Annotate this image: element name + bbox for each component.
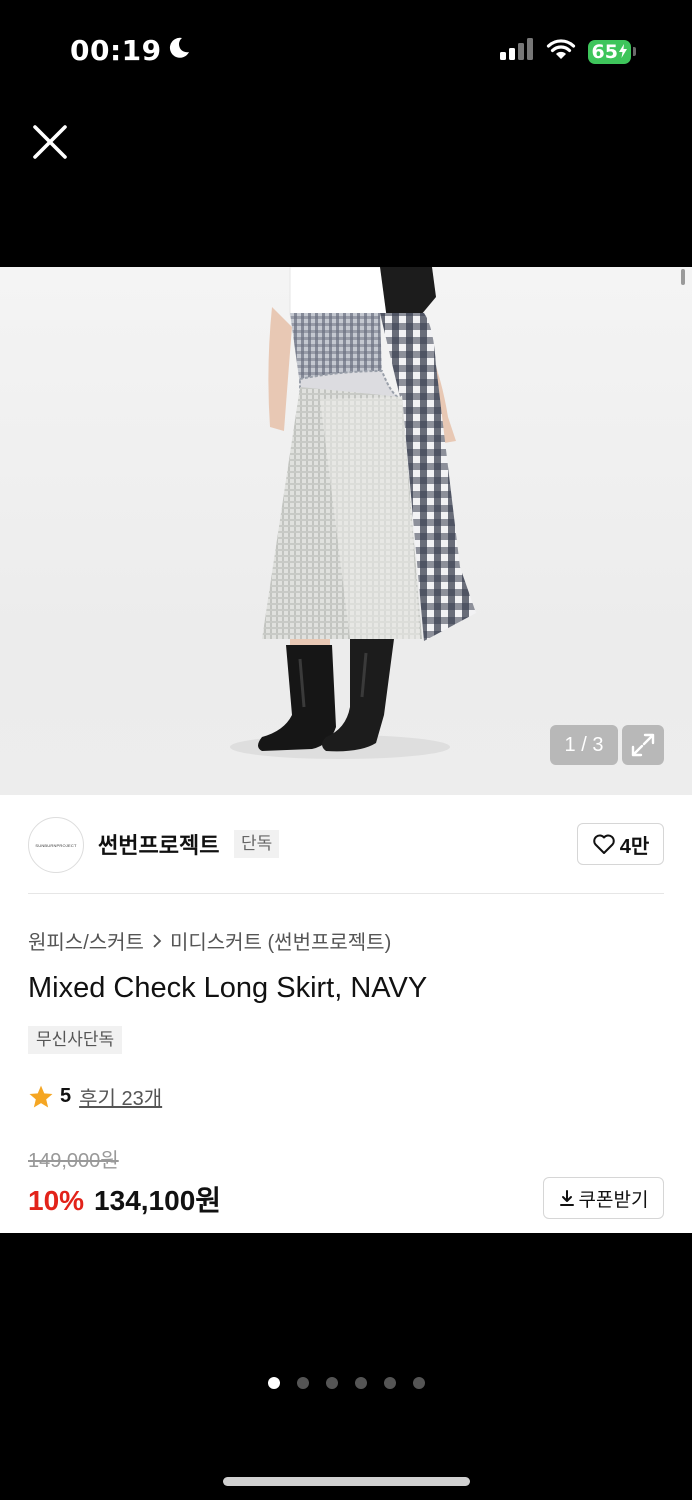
download-icon <box>559 1190 574 1206</box>
page-indicator <box>0 1377 692 1389</box>
page-dot[interactable] <box>412 1377 425 1389</box>
battery-percent: 65 <box>591 40 618 63</box>
chevron-right-icon <box>153 933 162 948</box>
price-row: 10% 134,100원 <box>28 1179 221 1219</box>
star-icon <box>29 1085 53 1108</box>
skirt-model-photo <box>230 267 476 759</box>
page-dot[interactable] <box>296 1377 309 1389</box>
original-price: 149,000원 <box>28 1150 119 1172</box>
battery-level: 65 <box>587 39 631 64</box>
breadcrumb: 원피스/스커트 미디스커트 (썬번프로젝트) <box>28 926 391 955</box>
page-dot[interactable] <box>267 1377 280 1389</box>
product-sheet: 1 / 3 SUNBURNPROJECT 썬번프로젝트 단독 4만 원피스/스커… <box>0 267 692 1233</box>
image-scroll-indicator <box>681 269 685 285</box>
page-dot[interactable] <box>354 1377 367 1389</box>
rating-score: 5 <box>60 1085 72 1107</box>
page-dot[interactable] <box>325 1377 338 1389</box>
battery-indicator: 65 <box>587 39 636 64</box>
cellular-signal-icon <box>499 38 534 65</box>
coupon-label: 쿠폰받기 <box>578 1189 649 1211</box>
exclusive-badge: 무신사단독 <box>28 1026 123 1054</box>
charging-bolt-icon <box>619 40 627 64</box>
clock-label: 00:19 <box>70 34 162 67</box>
brand-name[interactable]: 썬번프로젝트 <box>98 828 219 860</box>
status-indicators: 65 <box>499 38 636 65</box>
product-title: Mixed Check Long Skirt, NAVY <box>28 972 428 1004</box>
like-count: 4만 <box>619 835 650 858</box>
expand-icon <box>631 733 655 757</box>
image-counter: 1 / 3 <box>550 725 618 765</box>
divider <box>28 893 664 894</box>
status-bar: 00:19 65 <box>0 0 692 100</box>
rating-row: 5 후기 23개 <box>28 1082 162 1111</box>
status-time: 00:19 <box>70 34 190 67</box>
close-icon <box>33 125 67 159</box>
like-button[interactable]: 4만 <box>577 823 664 865</box>
moon-icon <box>168 34 190 67</box>
battery-cap <box>633 47 636 56</box>
brand-logo-text: SUNBURNPROJECT <box>35 842 77 848</box>
home-indicator[interactable] <box>223 1477 470 1486</box>
expand-image-button[interactable] <box>622 725 664 765</box>
coupon-button[interactable]: 쿠폰받기 <box>543 1177 664 1219</box>
wifi-icon <box>546 38 576 65</box>
heart-icon <box>592 834 615 854</box>
sale-price: 134,100원 <box>94 1185 222 1216</box>
close-button[interactable] <box>28 120 72 164</box>
brand-exclusive-tag: 단독 <box>234 830 280 858</box>
review-link[interactable]: 후기 23개 <box>79 1082 162 1111</box>
page-dot[interactable] <box>383 1377 396 1389</box>
product-image[interactable]: 1 / 3 <box>0 267 692 795</box>
discount-rate: 10% <box>28 1185 85 1216</box>
brand-row: SUNBURNPROJECT 썬번프로젝트 단독 4만 <box>28 815 664 873</box>
breadcrumb-subcategory[interactable]: 미디스커트 (썬번프로젝트) <box>170 926 391 955</box>
brand-logo[interactable]: SUNBURNPROJECT <box>28 817 84 873</box>
breadcrumb-category[interactable]: 원피스/스커트 <box>28 926 144 955</box>
